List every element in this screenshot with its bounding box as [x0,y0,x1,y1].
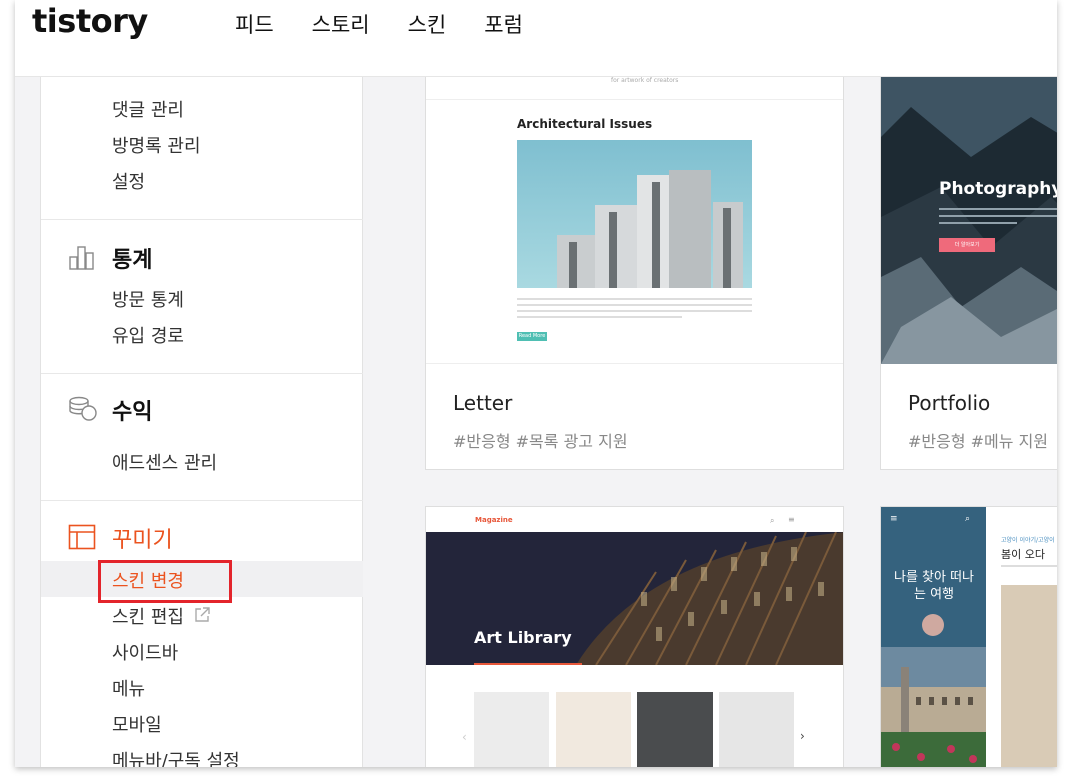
sidebar-item-menubar[interactable]: 메뉴바/구독 설정 [112,747,240,767]
preview-thumb [556,692,631,767]
palace-image [881,647,986,767]
preview-thumb [474,692,549,767]
layout-icon [68,524,96,550]
main-nav: 피드 스토리 스킨 포럼 [235,9,523,39]
admin-sidebar: 댓글 관리 방명록 관리 설정 통계 방문 통계 유입 경로 수익 애드센스 관… [40,0,363,767]
preview-next-icon: › [800,729,805,743]
section-title-decorate[interactable]: 꾸미기 [112,522,173,554]
sidebar-item-referrer[interactable]: 유입 경로 [112,322,184,348]
skin-tags: #반응형 #목록 광고 지원 [453,432,628,451]
preview-meta-line [1001,565,1057,567]
coins-icon [69,396,97,421]
preview-title: 나를 찾아 떠나는 여행 [893,570,975,602]
preview-read-more-button: Read More [517,332,547,341]
preview-cta-button: 더 알아보기 [939,238,995,252]
preview-avatar [922,614,944,636]
sidebar-item-settings[interactable]: 설정 [112,168,145,194]
preview-post-title: 봄이 오다 [1001,548,1045,561]
preview-prev-icon: ‹ [462,730,467,744]
sidebar-item-adsense[interactable]: 애드센스 관리 [112,449,217,475]
section-title-revenue[interactable]: 수익 [112,394,152,426]
sidebar-item-visit-stats[interactable]: 방문 통계 [112,286,184,312]
preview-tagline: for artwork of creators [611,77,679,84]
section-title-stats[interactable]: 통계 [112,242,152,274]
bar-chart-icon [69,246,94,270]
skin-card-magazine[interactable]: Magazine ⌕ ≡ Art Library ‹ › [425,506,844,767]
preview-search-icon: ⌕ [965,514,971,524]
nav-skin[interactable]: 스킨 [408,9,447,39]
sidebar-divider [41,373,363,374]
skin-card-travel[interactable]: ≡ ⌕ 나를 찾아 떠나는 여행 고양이 이야기/고양이 봄이 오다 [880,506,1057,767]
preview-brand: Magazine [475,516,513,524]
preview-thumb [719,692,794,767]
preview-divider [426,99,843,100]
external-link-icon [195,607,210,622]
preview-title: Art Library [474,628,572,647]
top-header: tistory 피드 스토리 스킨 포럼 [15,0,1057,77]
sidebar-divider [41,219,363,220]
preview-title: Photography [939,179,1057,199]
card-divider [426,363,843,364]
preview-menu-icon: ≡ [890,514,898,524]
sidebar-item-menu[interactable]: 메뉴 [112,675,145,701]
preview-thumb [637,692,713,767]
skin-tags: #반응형 #메뉴 지원 [908,432,1049,451]
sidebar-item-skin-edit[interactable]: 스킨 편집 [112,603,184,629]
preview-cat-image [1001,585,1057,767]
skin-name: Portfolio [908,391,991,415]
preview-category: 고양이 이야기/고양이 [1001,537,1055,544]
sidebar-item-mobile[interactable]: 모바일 [112,711,162,737]
preview-paragraph [939,208,1057,224]
browser-viewport: tistory 피드 스토리 스킨 포럼 댓글 관리 방명록 관리 설정 통계 … [15,0,1057,767]
skin-card-portfolio[interactable]: Photography 더 알아보기 Portfolio #반응형 #메뉴 지원 [880,40,1057,470]
selection-highlight [98,560,232,603]
preview-menu-icon: ≡ [788,515,795,524]
nav-forum[interactable]: 포럼 [484,9,523,39]
sidebar-item-guestbook[interactable]: 방명록 관리 [112,132,201,158]
tistory-logo[interactable]: tistory [32,2,148,40]
nav-feed[interactable]: 피드 [235,9,274,39]
preview-paragraph [517,298,752,318]
sidebar-divider [41,500,363,501]
preview-search-icon: ⌕ [770,516,775,525]
sidebar-item-comments[interactable]: 댓글 관리 [112,96,184,122]
nav-story[interactable]: 스토리 [312,9,370,39]
architecture-image [517,140,752,288]
skin-name: Letter [453,391,513,415]
sidebar-item-sidebar[interactable]: 사이드바 [112,639,178,665]
skin-card-letter[interactable]: for artwork of creators Architectural Is… [425,40,844,470]
preview-underline [474,663,582,665]
preview-title: Architectural Issues [517,117,653,131]
